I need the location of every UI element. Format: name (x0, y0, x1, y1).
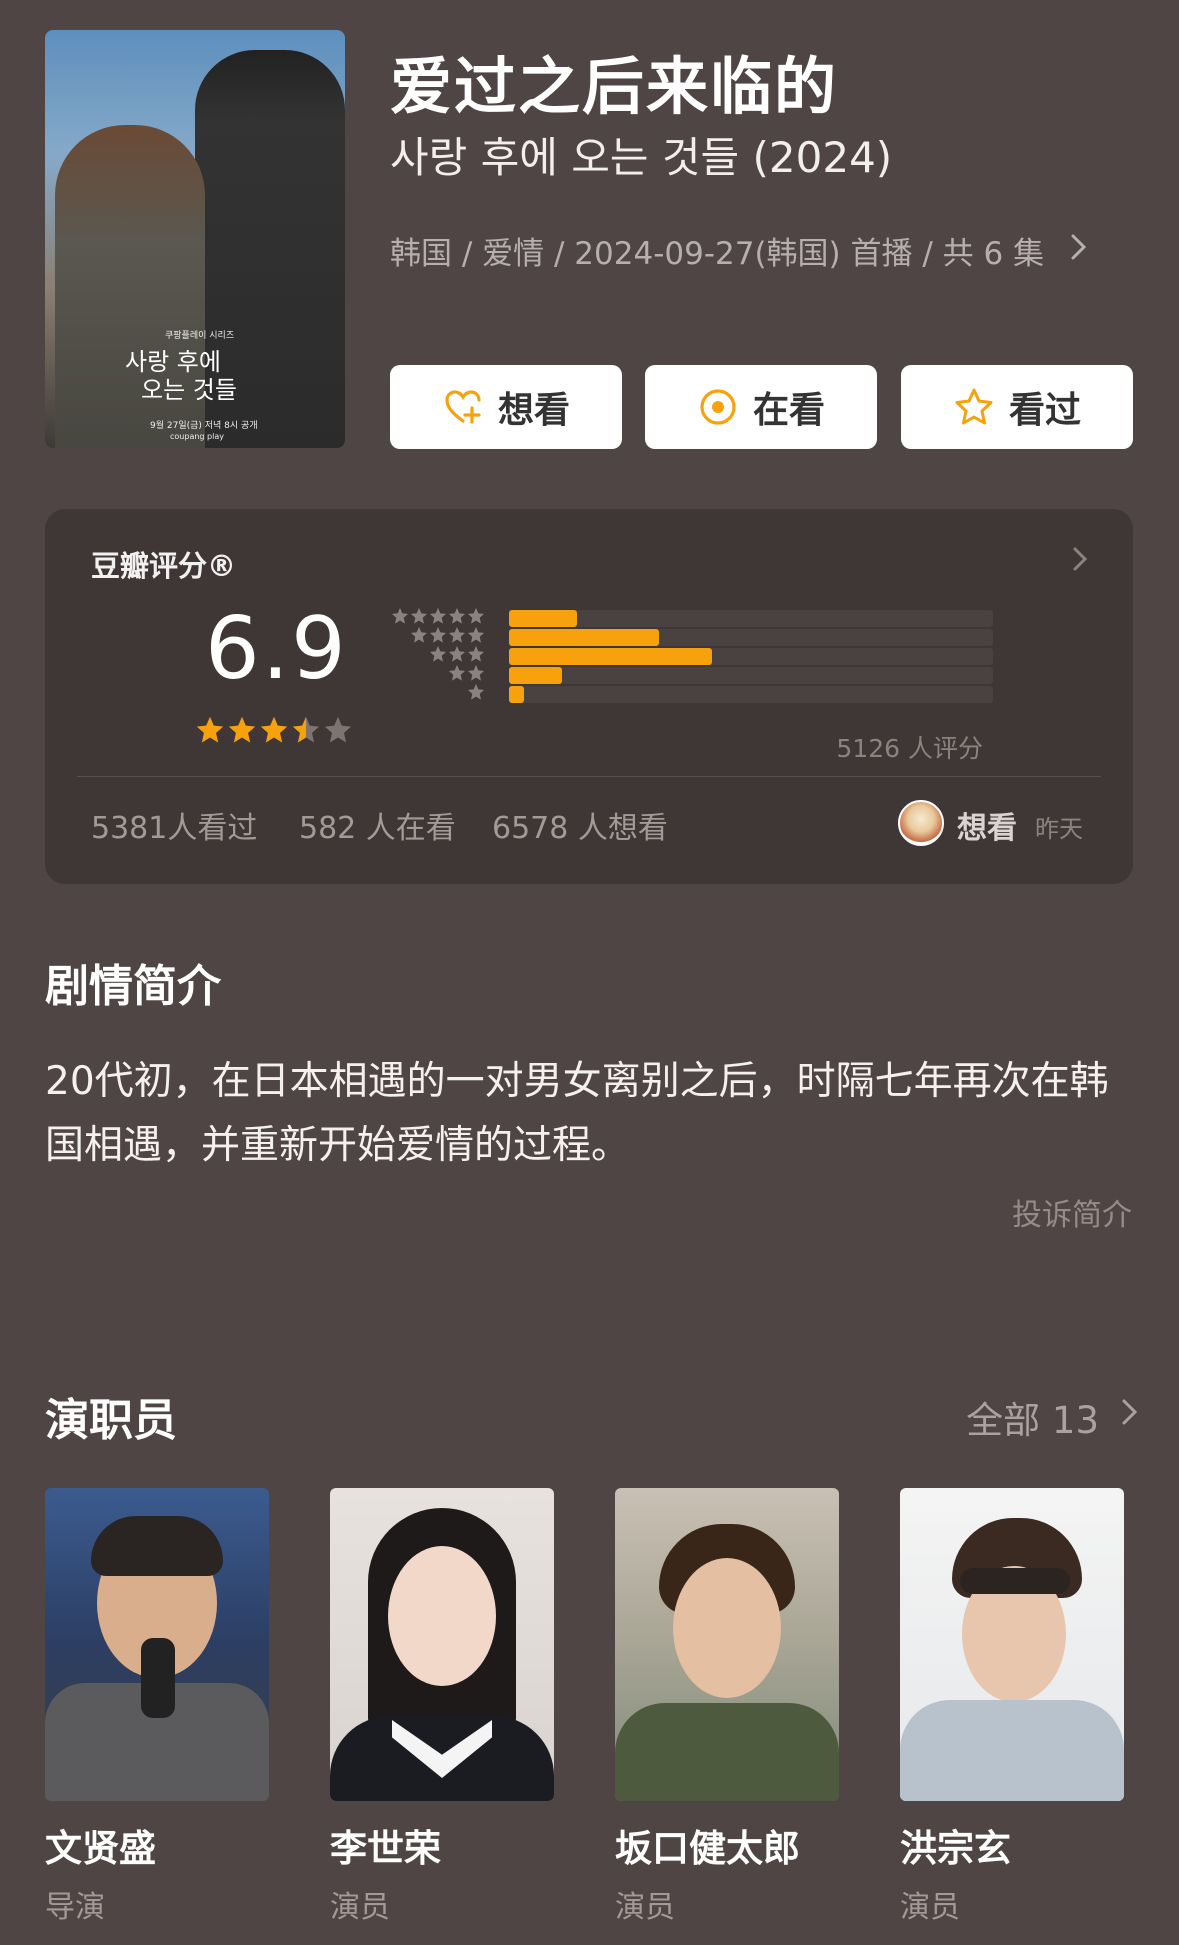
star-icon (411, 627, 427, 643)
distribution-stars (429, 645, 485, 663)
friend-activity: 想看 (957, 811, 1017, 846)
heart-plus-icon (445, 390, 481, 424)
cast-role: 演员 (330, 1890, 390, 1925)
cast-photo-body (900, 1700, 1124, 1801)
cast-card[interactable]: 文贤盛 导演 (45, 1488, 269, 1925)
cast-card[interactable]: 李世荣 演员 (330, 1488, 554, 1925)
poster-title-line2: 오는 것들 (141, 376, 237, 404)
star-icon (430, 627, 446, 643)
star-icon (449, 627, 465, 643)
distribution-stars (391, 607, 485, 625)
watched-button[interactable]: 看过 (901, 365, 1133, 449)
cast-name: 文贤盛 (45, 1827, 156, 1870)
poster-image[interactable]: 쿠팡플레이 시리즈 사랑 후에 오는 것들 9월 27일(금) 저녁 8시 공개… (45, 30, 345, 448)
cast-card[interactable]: 坂口健太郎 演员 (615, 1488, 839, 1925)
poster-logo: coupang play (170, 432, 224, 441)
rating-score: 6.9 (205, 599, 348, 699)
cast-all-link[interactable]: 全部 13 (966, 1390, 1099, 1444)
star-icon (468, 608, 484, 624)
distribution-bar (509, 629, 660, 646)
poster-title-line1: 사랑 후에 (125, 348, 221, 376)
chevron-right-icon[interactable] (1120, 1396, 1140, 1428)
avatar[interactable] (898, 800, 944, 846)
rating-card[interactable]: 豆瓣评分® 6.9 5126 人评分 5381人看过 582 人在看 6578 … (45, 509, 1133, 884)
distribution-bar-track (509, 610, 993, 627)
cast-photo (330, 1488, 554, 1801)
sunglasses-icon (960, 1568, 1070, 1594)
friend-activity-time: 昨天 (1035, 815, 1083, 843)
cast-name: 李世荣 (330, 1827, 441, 1870)
cast-photo (615, 1488, 839, 1801)
star-icon (449, 608, 465, 624)
star-icon (392, 608, 408, 624)
star-icon (449, 665, 465, 681)
want-to-watch-button[interactable]: 想看 (390, 365, 622, 449)
star-icon (228, 716, 256, 743)
star-icon (292, 716, 320, 743)
cast-card[interactable]: 洪宗玄 演员 (900, 1488, 1124, 1925)
synopsis-title: 剧情简介 (45, 961, 221, 1012)
cast-photo-hair (91, 1516, 223, 1576)
cast-photo-face (388, 1546, 496, 1686)
cast-photo (45, 1488, 269, 1801)
want-count[interactable]: 6578 人想看 (492, 803, 668, 847)
star-outline-icon (955, 388, 993, 425)
poster-small-text: 쿠팡플레이 시리즈 (165, 331, 235, 341)
poster-date: 9월 27일(금) 저녁 8시 공개 (150, 421, 258, 431)
chevron-right-icon[interactable] (1068, 232, 1090, 262)
watched-label: 看过 (1008, 390, 1081, 431)
star-icon (430, 608, 446, 624)
poster-title: 사랑 후에 오는 것들 (125, 348, 237, 404)
want-to-watch-label: 想看 (497, 390, 570, 431)
cast-title: 演职员 (45, 1395, 177, 1446)
distribution-stars (410, 626, 485, 644)
watching-label: 在看 (752, 390, 825, 431)
distribution-stars (467, 683, 485, 701)
cast-name: 坂口健太郎 (615, 1827, 800, 1870)
rating-count: 5126 人评分 (836, 734, 983, 763)
synopsis-text[interactable]: 20代初，在日本相遇的一对男女离别之后，时隔七年再次在韩国相遇，并重新开始爱情的… (45, 1050, 1135, 1178)
star-icon (324, 716, 352, 743)
report-synopsis-link[interactable]: 投诉简介 (1012, 1190, 1132, 1234)
cast-photo-body (615, 1703, 839, 1801)
distribution-bar-track (509, 667, 993, 684)
star-icon (411, 608, 427, 624)
original-title: 사랑 후에 오는 것들 (2024) (390, 133, 893, 182)
page-title: 爱过之后来临的 (390, 50, 839, 123)
chevron-right-icon[interactable] (1071, 545, 1089, 573)
star-icon (449, 646, 465, 662)
target-circle-icon (700, 389, 736, 425)
distribution-bar (509, 648, 713, 665)
distribution-bar-track (509, 686, 993, 703)
watching-count[interactable]: 582 人在看 (299, 803, 456, 847)
distribution-bar-track (509, 648, 993, 665)
divider (77, 776, 1101, 777)
star-icon (196, 716, 224, 743)
page: 쿠팡플레이 시리즈 사랑 후에 오는 것들 9월 27일(금) 저녁 8시 공개… (0, 0, 1179, 1945)
microphone-icon (141, 1638, 175, 1718)
star-icon (468, 684, 484, 700)
star-icon (468, 665, 484, 681)
watching-button[interactable]: 在看 (645, 365, 877, 449)
star-icon (468, 646, 484, 662)
distribution-bar-track (509, 629, 993, 646)
rating-label: 豆瓣评分® (91, 549, 237, 583)
cast-role: 演员 (615, 1890, 675, 1925)
star-icon (260, 716, 288, 743)
cast-name: 洪宗玄 (900, 1827, 1011, 1870)
distribution-bar (509, 686, 524, 703)
cast-photo-face (673, 1558, 781, 1698)
rating-stars (195, 715, 353, 745)
cast-role: 演员 (900, 1890, 960, 1925)
distribution-stars (448, 664, 485, 682)
meta-info[interactable]: 韩国 / 爱情 / 2024-09-27(韩国) 首播 / 共 6 集 (390, 228, 1044, 273)
distribution-bar (509, 610, 577, 627)
cast-photo (900, 1488, 1124, 1801)
star-icon (468, 627, 484, 643)
rating-distribution-row (385, 683, 993, 707)
distribution-bar (509, 667, 563, 684)
cast-role: 导演 (45, 1890, 105, 1925)
star-icon (430, 646, 446, 662)
watched-count[interactable]: 5381人看过 (91, 803, 257, 847)
